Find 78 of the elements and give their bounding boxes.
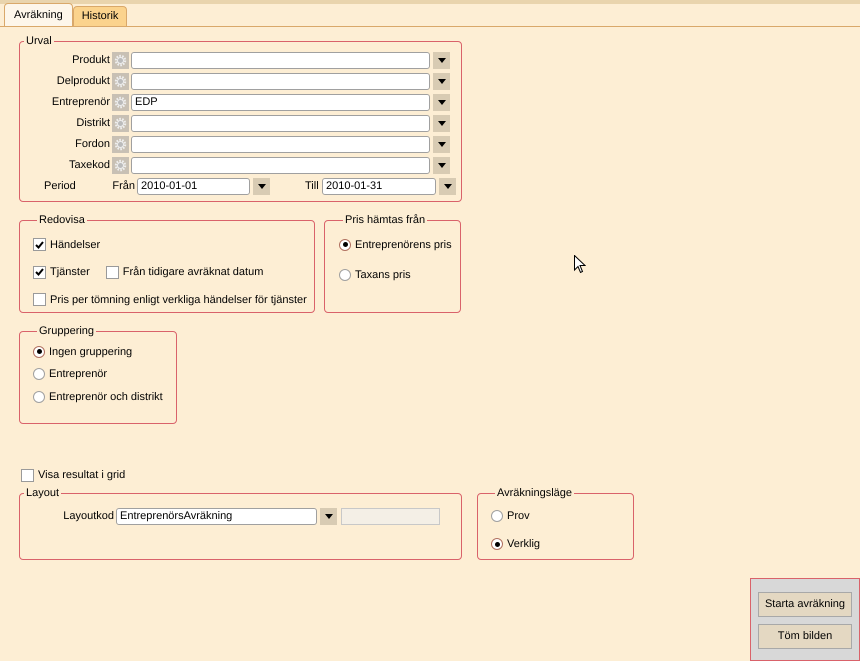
field-label: Fordon [74,136,111,152]
field-label: Period [44,178,77,194]
caret-icon [438,120,446,126]
radio-label: Entreprenör och distrikt [49,390,163,404]
caret-icon [438,100,446,104]
input-field[interactable] [131,156,430,174]
caret-icon [444,184,452,188]
gear-icon[interactable] [112,94,129,110]
radio-label: Ingen gruppering [49,344,132,360]
caret-icon [438,58,446,62]
radio-button[interactable] [33,368,45,380]
dropdown-button[interactable] [439,178,456,194]
checkbox[interactable] [33,266,46,279]
group-title: Gruppering [38,324,96,339]
checkbox-label: Visa resultat i grid [38,468,126,483]
mouse-pointer-icon [574,255,586,274]
dropdown-button[interactable] [433,156,450,174]
radio-button[interactable] [339,269,351,282]
checkbox[interactable] [33,238,46,252]
field-label: Från [111,178,136,194]
action-button[interactable]: Starta avräkning [758,592,852,617]
tab[interactable]: Historik [72,6,128,26]
group-title: Pris hämtas från [344,213,426,228]
input-field[interactable] [131,114,430,132]
date-field[interactable]: 2010-01-01 [137,178,250,194]
field-label: Entreprenör [50,94,111,110]
tab[interactable]: Avräkning [4,3,73,26]
group-title: Layout [25,486,60,501]
caret-icon [258,184,266,188]
dropdown-button[interactable] [253,178,270,194]
checkbox[interactable] [21,468,34,482]
group-title: Urval [25,34,53,49]
field-label: Distrikt [75,116,111,131]
checkbox-label: Tjänster [50,265,90,280]
field-label: Produkt [71,52,111,68]
dropdown-button[interactable] [433,114,450,132]
dropdown-button[interactable] [320,508,337,524]
checkbox-label: Pris per tömning enligt verkliga händelser för tjänster [50,292,307,308]
field-label: Layoutkod [62,508,115,524]
dropdown-button[interactable] [433,72,450,90]
gear-icon[interactable] [112,156,129,174]
gear-icon[interactable] [112,52,129,68]
input-field[interactable]: EntreprenörsAvräkning [116,508,317,524]
checkbox[interactable] [33,293,46,306]
radio-button[interactable] [339,238,351,251]
caret-icon [438,162,446,168]
dropdown-button[interactable] [433,94,450,110]
radio-label: Entreprenörens pris [355,238,452,252]
checkbox-label: Från tidigare avräknat datum [122,265,264,280]
radio-label: Entreprenör [49,367,108,382]
gear-icon[interactable] [112,72,129,90]
radio-label: Verklig [507,537,540,552]
action-button[interactable]: Töm bilden [758,624,852,649]
radio-button[interactable] [33,346,45,358]
radio-label: Taxans pris [355,268,411,283]
dropdown-button[interactable] [433,136,450,152]
radio-button[interactable] [491,538,503,550]
input-field[interactable] [131,72,430,90]
checkbox-label: Händelser [50,238,100,252]
field-label: Delprodukt [56,74,111,89]
input-field[interactable] [131,52,430,68]
caret-icon [438,142,446,146]
field-label: Taxekod [68,158,111,173]
field-label: Till [305,178,320,194]
radio-label: Prov [507,508,530,524]
caret-icon [438,78,446,84]
gear-icon[interactable] [112,136,129,152]
group-title: Redovisa [38,213,86,228]
group-title: Avräkningsläge [496,486,574,501]
input-field[interactable] [131,136,430,152]
dropdown-button[interactable] [433,52,450,68]
checkbox[interactable] [106,266,119,279]
gear-icon[interactable] [112,114,129,132]
input-field[interactable]: EDP [131,94,430,110]
date-field[interactable]: 2010-01-31 [322,178,436,194]
radio-button[interactable] [491,510,503,522]
caret-icon [324,514,332,518]
radio-button[interactable] [33,390,45,403]
